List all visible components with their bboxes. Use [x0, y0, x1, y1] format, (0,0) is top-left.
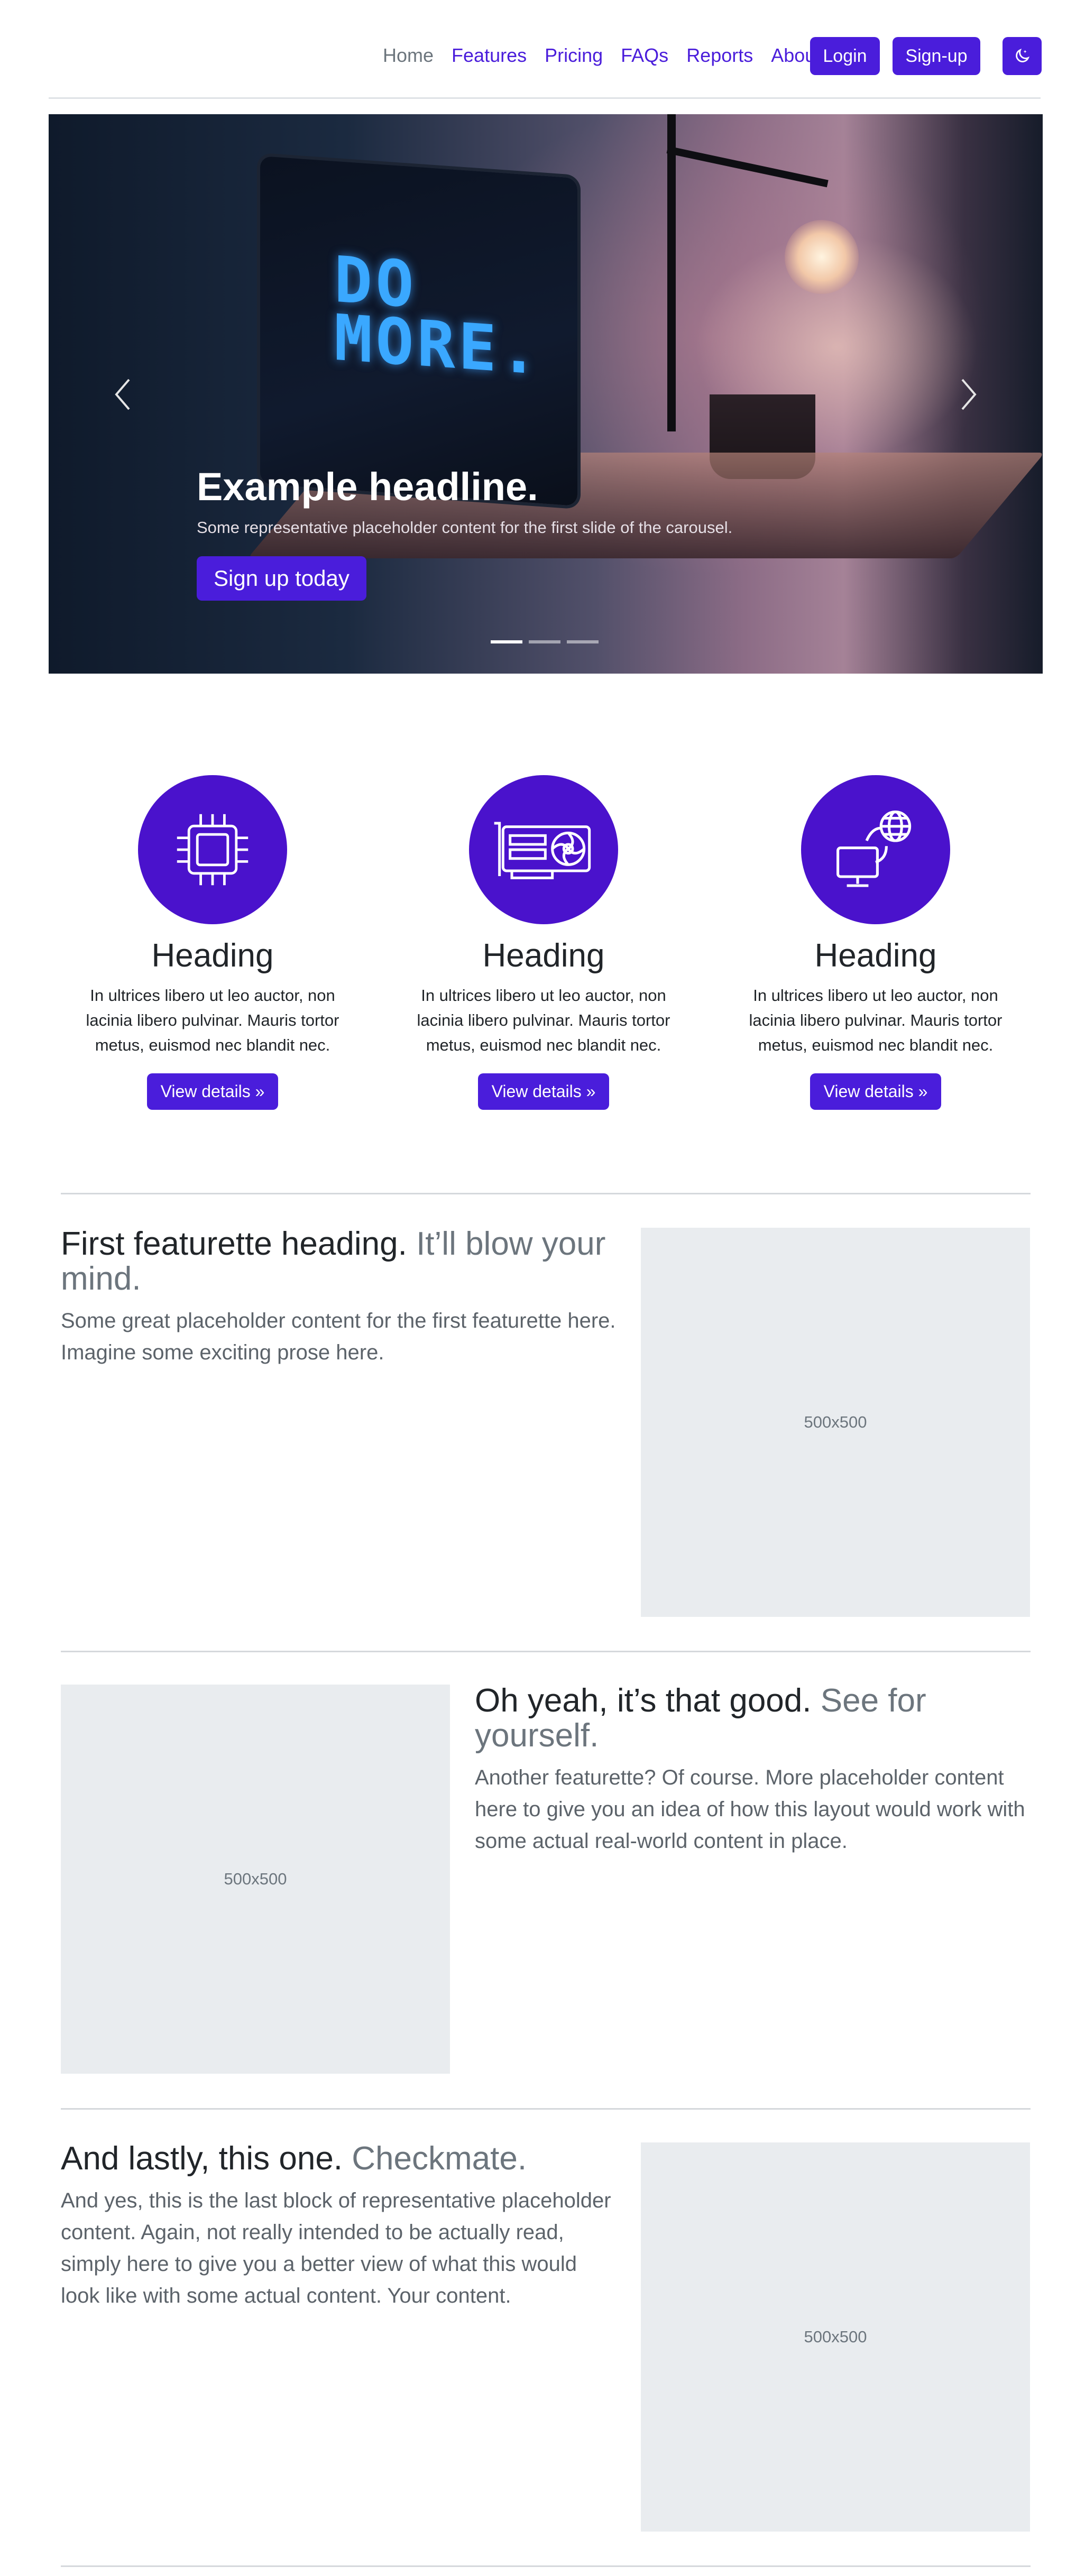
featurette-1-image-placeholder: 500x500	[641, 1228, 1030, 1617]
feature-column-1: Heading In ultrices libero ut leo auctor…	[65, 775, 361, 1110]
login-button[interactable]: Login	[810, 37, 880, 75]
featurette-2-heading-main: Oh yeah, it’s that good.	[475, 1682, 812, 1719]
carousel-indicator-2[interactable]	[529, 640, 560, 643]
featurette-3-image-placeholder: 500x500	[641, 2142, 1030, 2532]
featurette-3-text: And lastly, this one. Checkmate. And yes…	[61, 2141, 616, 2312]
nav-link-faqs[interactable]: FAQs	[621, 44, 668, 67]
feature-circle-3	[801, 775, 950, 924]
pc-display-globe-icon	[836, 811, 912, 887]
featurette-divider-3	[61, 2108, 1031, 2110]
featurette-1-heading: First featurette heading. It’ll blow you…	[61, 1227, 616, 1296]
feature-circle-2	[469, 775, 618, 924]
carousel-indicator-1[interactable]	[491, 640, 522, 643]
featurette-2-heading: Oh yeah, it’s that good. See for yoursel…	[475, 1683, 1030, 1753]
carousel-prev-button[interactable]	[107, 373, 139, 416]
featurette-divider-2	[61, 1651, 1031, 1652]
carousel-caption: Example headline. Some representative pl…	[197, 463, 732, 601]
feature-text-2: In ultrices libero ut leo auctor, non la…	[417, 986, 670, 1054]
carousel-headline: Example headline.	[197, 465, 538, 509]
feature-text-1: In ultrices libero ut leo auctor, non la…	[86, 986, 339, 1054]
feature-column-2: Heading In ultrices libero ut leo auctor…	[396, 775, 692, 1110]
nav-link-pricing[interactable]: Pricing	[545, 44, 603, 67]
feature-circle-1	[138, 775, 287, 924]
laptop-screen: DO MORE.	[260, 156, 577, 506]
nav-link-home[interactable]: Home	[383, 44, 434, 67]
featurette-3-heading-muted: Checkmate.	[352, 2140, 527, 2177]
moon-icon	[1016, 48, 1030, 62]
nav-link-features[interactable]: Features	[452, 44, 527, 67]
screen-text-more: MORE.	[334, 301, 541, 390]
view-details-button-1[interactable]: View details »	[146, 1073, 279, 1110]
featurette-2-image-label: 500x500	[224, 1870, 287, 1888]
gpu-card-icon	[494, 822, 591, 879]
nav-links: Home Features Pricing FAQs Reports About	[383, 44, 839, 67]
featurette-1-heading-main: First featurette heading.	[61, 1226, 407, 1262]
featurette-2-image-placeholder: 500x500	[61, 1685, 450, 2074]
laptop-screen-text: DO MORE.	[334, 243, 541, 390]
view-details-button-3[interactable]: View details »	[810, 1073, 942, 1110]
carousel-indicator-3[interactable]	[567, 640, 599, 643]
nav-link-reports[interactable]: Reports	[686, 44, 753, 67]
feature-heading-2: Heading	[482, 937, 605, 974]
feature-heading-3: Heading	[814, 937, 937, 974]
feature-heading-1: Heading	[151, 937, 274, 974]
lamp-stand	[667, 114, 676, 431]
featurette-3-lead: And yes, this is the last block of repre…	[61, 2189, 611, 2307]
featurette-3-heading-main: And lastly, this one.	[61, 2140, 343, 2177]
signup-today-button[interactable]: Sign up today	[197, 556, 366, 601]
cpu-icon	[177, 814, 249, 886]
view-details-button-2[interactable]: View details »	[477, 1073, 610, 1110]
carousel-text: Some representative placeholder content …	[197, 518, 733, 537]
carousel-indicators	[491, 640, 599, 643]
featurette-divider-1	[61, 1193, 1031, 1194]
chevron-left-icon	[115, 379, 130, 410]
chevron-right-icon	[961, 379, 977, 410]
featurette-2-lead: Another featurette? Of course. More plac…	[475, 1766, 1025, 1853]
featurette-3-heading: And lastly, this one. Checkmate.	[61, 2141, 616, 2176]
lamp-arm	[666, 146, 829, 188]
featurette-3-image-label: 500x500	[804, 2327, 867, 2346]
signup-button[interactable]: Sign-up	[893, 37, 980, 75]
featurette-2-text: Oh yeah, it’s that good. See for yoursel…	[475, 1683, 1030, 1857]
featurette-1-image-label: 500x500	[804, 1413, 867, 1431]
theme-toggle-button[interactable]	[1003, 37, 1042, 75]
featurette-divider-4	[61, 2565, 1031, 2567]
hero-carousel: DO MORE. Example headline. Some represen…	[49, 114, 1043, 674]
navbar: Home Features Pricing FAQs Reports About…	[49, 0, 1042, 99]
featurette-1-text: First featurette heading. It’ll blow you…	[61, 1227, 616, 1368]
feature-text-3: In ultrices libero ut leo auctor, non la…	[749, 986, 1003, 1054]
feature-column-3: Heading In ultrices libero ut leo auctor…	[728, 775, 1024, 1110]
light-bulb	[785, 220, 859, 294]
carousel-next-button[interactable]	[953, 373, 985, 416]
featurette-1-lead: Some great placeholder content for the f…	[61, 1309, 616, 1364]
